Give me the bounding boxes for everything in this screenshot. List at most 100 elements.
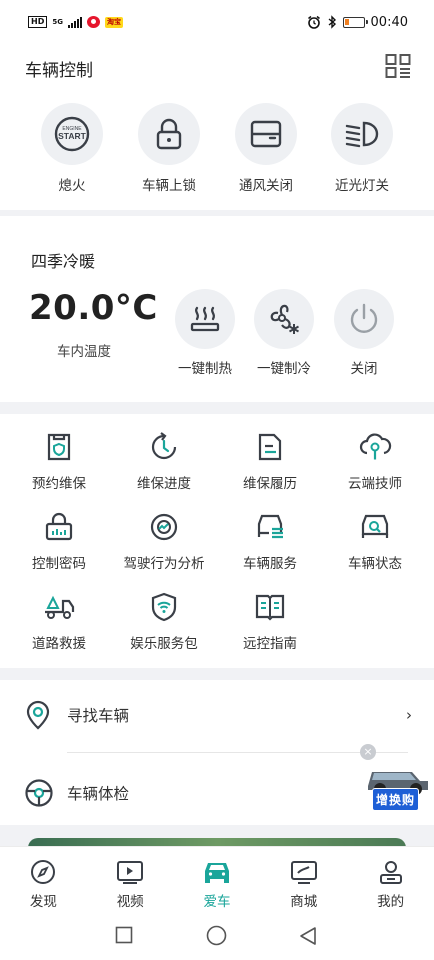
driving-analysis-icon [150, 513, 178, 541]
bottom-tab-bar: 发现 视频 爱车 商城 我的 [0, 846, 434, 912]
vehicle-control-card: 车辆控制 ENGINE START 熄火 车辆上锁 通风关闭 近光灯关 [0, 44, 434, 210]
car-icon [204, 863, 229, 883]
service-label: 车辆状态 [348, 556, 402, 572]
engine-start-button[interactable]: ENGINE START [41, 103, 103, 165]
quick-action-lock[interactable]: 车辆上锁 [121, 103, 217, 194]
service-label: 车辆服务 [243, 556, 297, 572]
system-navigation-bar [0, 912, 434, 960]
trade-in-promo[interactable]: × 增换购 [360, 744, 432, 811]
tab-label: 爱车 [203, 894, 231, 910]
tab-shop[interactable]: 商城 [260, 847, 347, 912]
service-remote-guide[interactable]: 远控指南 [216, 592, 324, 652]
services-card: 预约维保 维保进度 维保履历 云端技师 控制密码 驾驶行为分析 车辆服务 车辆状… [0, 414, 434, 668]
status-right: 00:40 [307, 15, 408, 30]
ventilation-button[interactable] [235, 103, 297, 165]
bluetooth-icon [328, 15, 336, 29]
service-vehicle-service[interactable]: 车辆服务 [216, 512, 324, 572]
quick-action-ventilation[interactable]: 通风关闭 [218, 103, 314, 194]
service-label: 远控指南 [243, 636, 297, 652]
heat-button[interactable] [175, 289, 235, 349]
alarm-icon [307, 15, 320, 29]
progress-clock-icon [151, 432, 177, 460]
video-play-icon [117, 861, 144, 884]
heat-icon [190, 306, 220, 332]
row-divider [67, 752, 408, 753]
tab-label: 视频 [116, 894, 144, 910]
history-document-icon [258, 433, 282, 461]
cloud-technician-icon [359, 433, 392, 460]
climate-action-label: 关闭 [350, 361, 378, 377]
cabin-temperature: 20.0°C [29, 288, 158, 328]
find-vehicle-row[interactable]: 寻找车辆 › [0, 690, 434, 740]
service-vehicle-status[interactable]: 车辆状态 [321, 512, 429, 572]
page-title: 车辆控制 [25, 61, 93, 81]
service-road-rescue[interactable]: 道路救援 [5, 592, 113, 652]
service-history[interactable]: 维保履历 [216, 432, 324, 492]
service-label: 维保履历 [243, 476, 297, 492]
password-lock-icon [45, 512, 73, 541]
home-icon[interactable] [206, 925, 227, 946]
tab-label: 我的 [377, 894, 405, 910]
service-label: 预约维保 [32, 476, 86, 492]
wifi-shield-icon [151, 592, 177, 622]
lock-icon [156, 118, 182, 150]
battery-icon [342, 16, 368, 28]
signal-icon [67, 16, 82, 28]
service-cloud-technician[interactable]: 云端技师 [321, 432, 429, 492]
tab-discover[interactable]: 发现 [0, 847, 87, 912]
climate-off[interactable]: 关闭 [323, 289, 405, 377]
taobao-badge: 淘宝 [104, 16, 123, 28]
power-off-button[interactable] [334, 289, 394, 349]
quick-action-label: 车辆上锁 [142, 178, 196, 194]
service-maintenance-booking[interactable]: 预约维保 [5, 432, 113, 492]
status-left: HD 5G 淘宝 [28, 16, 123, 28]
back-icon[interactable] [299, 926, 317, 946]
cool-button[interactable] [254, 289, 314, 349]
shop-icon [290, 861, 317, 884]
service-label: 维保进度 [137, 476, 191, 492]
climate-card: 四季冷暖 20.0°C 车内温度 一键制热 一键制冷 关闭 [0, 216, 434, 402]
tab-me[interactable]: 我的 [347, 847, 434, 912]
quick-action-label: 熄火 [58, 178, 86, 194]
tab-label: 发现 [29, 894, 57, 910]
cabin-temperature-label: 车内温度 [57, 344, 111, 360]
lock-button[interactable] [138, 103, 200, 165]
vehicle-status-icon [361, 514, 389, 538]
climate-cool[interactable]: 一键制冷 [243, 289, 325, 377]
quick-action-engine[interactable]: ENGINE START 熄火 [24, 103, 120, 194]
quick-action-label: 近光灯关 [335, 178, 389, 194]
tab-label: 商城 [290, 894, 318, 910]
status-bar: HD 5G 淘宝 00:40 [0, 0, 434, 44]
weibo-icon [86, 16, 100, 28]
low-beam-button[interactable] [331, 103, 393, 165]
quick-action-lowbeam[interactable]: 近光灯关 [314, 103, 410, 194]
service-label: 驾驶行为分析 [123, 556, 205, 572]
promo-label: 增换购 [372, 788, 420, 811]
service-control-password[interactable]: 控制密码 [5, 512, 113, 572]
find-vehicle-label: 寻找车辆 [67, 707, 130, 725]
climate-action-label: 一键制热 [178, 361, 232, 377]
service-label: 云端技师 [348, 476, 402, 492]
climate-heat[interactable]: 一键制热 [164, 289, 246, 377]
compass-icon [31, 860, 56, 884]
vehicle-check-label: 车辆体检 [67, 785, 130, 803]
service-label: 控制密码 [32, 556, 86, 572]
tab-video[interactable]: 视频 [87, 847, 174, 912]
service-label: 道路救援 [32, 636, 86, 652]
hd-indicator: HD [28, 16, 48, 28]
recents-icon[interactable] [115, 926, 133, 944]
service-driving-analysis[interactable]: 驾驶行为分析 [110, 512, 218, 572]
grid-menu-icon[interactable] [385, 54, 411, 78]
maintenance-booking-icon [47, 433, 71, 461]
vehicle-service-icon [257, 514, 283, 539]
road-rescue-icon [45, 595, 75, 619]
location-pin-icon [26, 700, 50, 730]
tab-my-car[interactable]: 爱车 [174, 847, 261, 912]
service-entertainment[interactable]: 娱乐服务包 [110, 592, 218, 652]
fan-snow-icon [270, 304, 299, 334]
car-window-icon [250, 120, 282, 148]
chevron-right-icon: › [406, 706, 412, 724]
promo-close-button[interactable]: × [360, 744, 376, 760]
user-icon [379, 861, 402, 884]
service-progress[interactable]: 维保进度 [110, 432, 218, 492]
